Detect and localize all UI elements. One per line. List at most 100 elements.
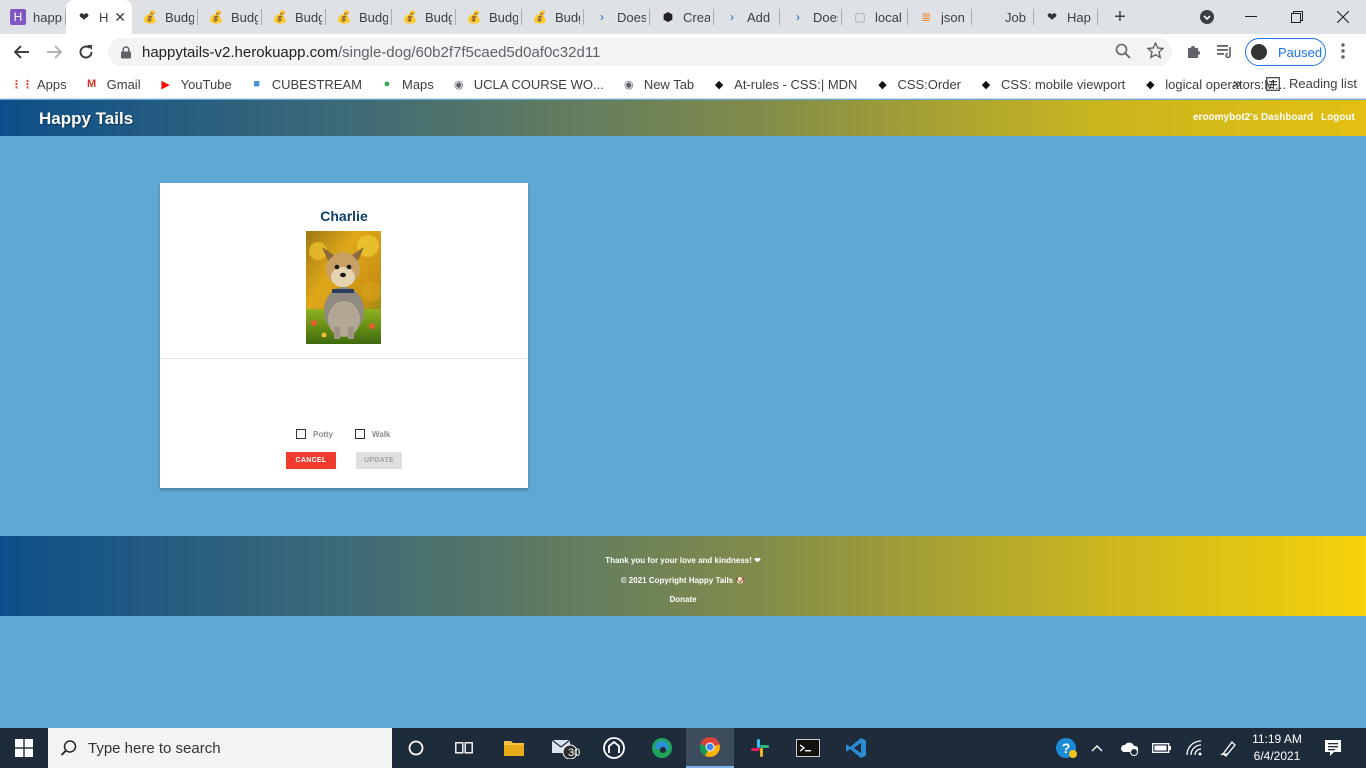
codepen-icon: ◆ [878,78,887,91]
show-hidden-icons-icon[interactable] [1086,728,1108,768]
help-icon[interactable]: ? [1052,728,1080,768]
codepen-icon: ◆ [981,78,991,91]
bookmark-item[interactable]: ◆ CSS:Order [874,76,961,92]
dashboard-link[interactable]: eroomybot2's Dashboard [1193,112,1313,123]
browser-tab[interactable]: ⬢ Crea [650,0,714,34]
bookmark-label: Apps [37,76,67,92]
edge-browser-icon[interactable] [638,728,686,768]
bookmark-item[interactable]: ◆ CSS: mobile viewport [978,76,1126,92]
browser-tab[interactable]: › Add [714,0,780,34]
terminal-icon: › [796,10,800,24]
browser-tab-title: Budg [231,9,258,25]
browser-tab[interactable]: ❤ H ✕ [66,0,132,34]
browser-tab[interactable]: ▢ local [842,0,908,34]
onedrive-sync-icon[interactable] [1118,728,1142,768]
forward-icon[interactable] [38,36,70,68]
url-text[interactable]: happytails-v2.herokuapp.com/single-dog/6… [142,44,600,61]
browser-tab[interactable]: 💰 Budg [392,0,456,34]
windows-start-icon[interactable] [0,728,48,768]
potty-checkbox-box[interactable] [296,429,306,439]
bookmark-item[interactable]: ■ CUBESTREAM [249,76,362,92]
paw-heart-icon: ❤ [1046,10,1058,24]
browser-tab[interactable]: Hhapp [0,0,66,34]
battery-icon[interactable] [1150,728,1174,768]
profile-paused-button[interactable]: Paused [1245,38,1326,66]
browser-tab[interactable]: 💰 Budg [522,0,584,34]
walk-checkbox[interactable]: Walk [355,429,390,439]
back-icon[interactable] [6,36,38,68]
bookmark-item[interactable]: ◆ At-rules - CSS:| MDN [711,76,858,92]
browser-tab-title: Budg [165,9,194,25]
taskbar-clock[interactable]: 11:19 AM 6/4/2021 [1248,731,1306,765]
bookmark-item[interactable]: ◆ logical operators:M... [1142,76,1286,92]
more-bookmarks-icon[interactable]: » [1233,75,1241,92]
browser-tab-title: Crea [683,9,710,25]
notifications-icon[interactable] [1318,728,1348,768]
reading-list-icon [1266,76,1280,91]
cancel-button[interactable]: CANCEL [286,452,336,469]
mail-icon[interactable]: 30 [540,728,588,768]
taskbar-search-input[interactable]: Type here to search [48,728,392,768]
reload-icon[interactable] [70,36,102,68]
codepen-icon: ◆ [714,78,724,91]
potty-checkbox[interactable]: Potty [296,429,333,439]
close-window-icon[interactable] [1320,0,1366,34]
walk-label: Walk [372,429,391,439]
pen-workspace-icon[interactable] [1216,728,1242,768]
bookmark-item[interactable]: ● Maps [379,76,434,92]
bookmark-item[interactable]: ⋮⋮ Apps [11,76,67,92]
browser-tab[interactable]: › Does [584,0,650,34]
cube-icon: ■ [253,78,261,90]
vscode-icon[interactable] [832,728,880,768]
bookmark-label: CSS:Order [897,76,962,92]
browser-tab-strip: Hhapp ❤ H ✕ 💰 Budg 💰 Budg 💰 Budg 💰 Budg 💰 Budg 💰 Budg 💰 B… [0,0,1366,34]
file-explorer-icon[interactable] [490,728,538,768]
browser-tab[interactable]: Job [972,0,1034,34]
bookmark-star-icon[interactable] [1146,41,1165,63]
close-tab-icon[interactable]: ✕ [112,9,128,26]
chrome-taskbar-icon[interactable] [686,728,734,768]
search-placeholder: Type here to search [88,739,221,757]
brand-logo[interactable]: Happy Tails [39,109,133,129]
github-desktop-icon[interactable] [590,728,638,768]
bookmark-item[interactable]: ◉ New Tab [621,76,694,92]
tab-search-icon[interactable] [1184,0,1230,34]
restore-icon[interactable] [1274,0,1320,34]
chrome-menu-icon[interactable] [1340,42,1346,64]
donate-link[interactable]: Donate [0,595,1366,604]
bookmark-item[interactable]: M Gmail [84,76,141,92]
browser-tab[interactable]: › Does [780,0,842,34]
bookmark-item[interactable]: ▶ YouTube [158,76,231,92]
zoom-search-icon[interactable] [1115,43,1131,63]
reading-list-button[interactable]: Reading list [1266,76,1357,91]
terminal-icon[interactable] [784,728,832,768]
task-view-icon[interactable] [440,728,488,768]
cortana-icon[interactable] [392,728,440,768]
browser-tab[interactable]: 💰 Budg [132,0,198,34]
extensions-puzzle-icon[interactable] [1186,43,1202,63]
browser-tab-title: Hap [1067,9,1091,25]
terminal-icon: › [730,10,734,24]
browser-tab[interactable]: 💰 Budg [326,0,392,34]
browser-tab[interactable]: 💰 Budg [456,0,522,34]
profile-status-label: Paused [1278,44,1323,60]
browser-tab[interactable]: 💰 Budg [262,0,326,34]
new-tab-icon[interactable]: + [1106,0,1134,34]
dog-name: Charlie [320,208,368,224]
minimize-icon[interactable] [1228,0,1274,34]
update-button[interactable]: UPDATE [356,452,402,469]
bookmark-item[interactable]: ◉ UCLA COURSE WO... [451,76,604,92]
browser-tab[interactable]: 💰 Budg [198,0,262,34]
windows-taskbar: Type here to search 30 ? 11:19 AM 6/4/20… [0,728,1366,768]
media-queue-icon[interactable] [1216,43,1234,63]
lock-icon[interactable] [120,45,132,59]
address-bar[interactable]: happytails-v2.herokuapp.com/single-dog/6… [108,38,1172,66]
slack-icon[interactable] [736,728,784,768]
wifi-icon[interactable] [1182,728,1206,768]
walk-checkbox-box[interactable] [355,429,365,439]
bookmark-label: New Tab [643,76,695,92]
browser-tab[interactable]: ❤ Hap [1034,0,1098,34]
browser-tab[interactable]: ≣ json [908,0,972,34]
logout-link[interactable]: Logout [1321,112,1355,123]
money-bag-icon: 💰 [336,10,352,24]
